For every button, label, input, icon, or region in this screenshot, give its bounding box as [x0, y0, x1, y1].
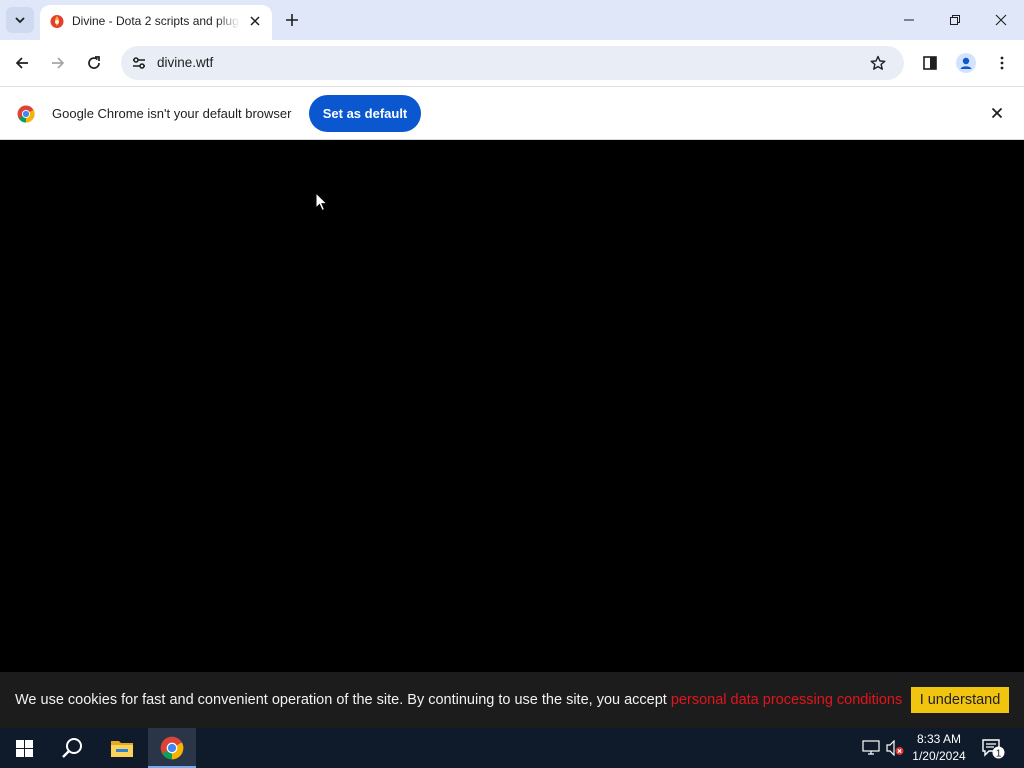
- profile-button[interactable]: [954, 51, 978, 75]
- side-panel-button[interactable]: [918, 51, 942, 75]
- close-icon: [991, 107, 1003, 119]
- network-icon-glyph: [862, 740, 880, 755]
- default-browser-infobar: Google Chrome isn't your default browser…: [0, 86, 1024, 140]
- tab-strip: Divine - Dota 2 scripts and plugins: [0, 0, 1024, 40]
- more-vert-icon: [1000, 56, 1004, 70]
- close-icon: [250, 16, 260, 26]
- restore-button[interactable]: [941, 6, 969, 34]
- chrome-logo-icon: [17, 105, 35, 123]
- cookie-text: We use cookies for fast and convenient o…: [15, 692, 902, 708]
- set-as-default-button[interactable]: Set as default: [309, 95, 421, 132]
- restore-icon: [950, 15, 960, 25]
- taskbar: 8:33 AM 1/20/2024 1: [0, 728, 1024, 768]
- chrome-taskbar-button[interactable]: [148, 728, 196, 768]
- divine-flame-icon: [50, 15, 64, 28]
- minimize-icon: [904, 19, 914, 21]
- mouse-cursor-icon: [315, 192, 329, 212]
- arrow-left-icon: [15, 57, 28, 69]
- url-text: divine.wtf: [157, 55, 214, 70]
- forward-button[interactable]: [46, 51, 70, 75]
- avatar-icon: [956, 53, 976, 73]
- back-button[interactable]: [10, 51, 34, 75]
- cookie-banner: We use cookies for fast and convenient o…: [0, 672, 1024, 728]
- speaker-muted-icon: [886, 740, 904, 756]
- minimize-button[interactable]: [895, 6, 923, 34]
- bookmark-button[interactable]: [868, 53, 888, 73]
- folder-icon: [111, 741, 133, 757]
- tab-close-button[interactable]: [246, 12, 264, 30]
- volume-muted-icon[interactable]: [885, 738, 905, 758]
- tune-icon: [133, 57, 145, 69]
- browser-toolbar: divine.wtf: [0, 40, 1024, 86]
- clock-time: 8:33 AM: [916, 732, 962, 746]
- clock-date: 1/20/2024: [912, 749, 966, 763]
- search-icon: [62, 738, 82, 758]
- side-panel-icon: [923, 56, 937, 70]
- arrow-right-icon: [52, 57, 65, 69]
- tab-title: Divine - Dota 2 scripts and plugins: [72, 14, 240, 28]
- close-window-button[interactable]: [987, 6, 1015, 34]
- reload-icon: [88, 56, 100, 69]
- chrome-logo-icon: [160, 736, 184, 760]
- chevron-down-icon: [15, 17, 25, 24]
- address-bar[interactable]: divine.wtf: [121, 46, 904, 80]
- action-center-button[interactable]: 1: [980, 736, 1006, 760]
- windows-logo-icon: [15, 739, 33, 757]
- system-clock[interactable]: 8:33 AM 1/20/2024: [906, 731, 972, 765]
- file-explorer-button[interactable]: [98, 728, 146, 768]
- accept-cookies-button[interactable]: I understand: [911, 687, 1009, 713]
- menu-button[interactable]: [990, 51, 1014, 75]
- star-icon: [870, 55, 886, 70]
- close-icon: [995, 14, 1007, 26]
- infobar-close-button[interactable]: [988, 104, 1006, 122]
- site-info-button[interactable]: [127, 51, 151, 75]
- privacy-conditions-link[interactable]: personal data processing conditions: [671, 692, 902, 708]
- notification-count: 1: [996, 749, 1002, 760]
- page-content[interactable]: [0, 140, 1024, 728]
- search-button[interactable]: [48, 728, 96, 768]
- active-tab[interactable]: Divine - Dota 2 scripts and plugins: [40, 5, 272, 40]
- infobar-message: Google Chrome isn't your default browser: [52, 106, 292, 121]
- plus-icon: [286, 14, 298, 26]
- start-button[interactable]: [0, 728, 48, 768]
- reload-button[interactable]: [82, 51, 106, 75]
- new-tab-button[interactable]: [282, 10, 302, 30]
- network-icon[interactable]: [861, 738, 881, 758]
- notification-icon: 1: [982, 739, 1005, 760]
- cookie-message: We use cookies for fast and convenient o…: [15, 692, 671, 708]
- tab-search-button[interactable]: [6, 7, 34, 33]
